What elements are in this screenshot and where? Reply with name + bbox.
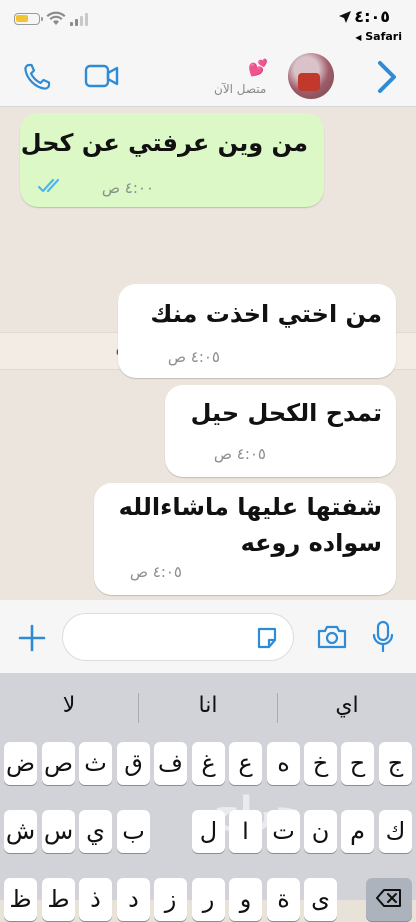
key[interactable]: غ	[192, 742, 225, 785]
back-to-app[interactable]: ◀ Safari	[355, 30, 402, 43]
message-bubble-outgoing[interactable]: من وين عرفتي عن كحل ٤:٠٠ ص	[20, 113, 324, 207]
key[interactable]: ص	[42, 742, 75, 785]
microphone-icon[interactable]	[372, 620, 394, 654]
contact-status: متصل الآن	[214, 82, 267, 96]
status-time: ٤:٠٥	[354, 7, 390, 26]
chat-area[interactable]: من وين عرفتي عن كحل ٤:٠٠ ص ٣ رسائل غير م…	[0, 107, 416, 600]
read-receipt-icon	[38, 178, 60, 193]
key[interactable]: ه	[267, 742, 300, 785]
key[interactable]: ض	[4, 742, 37, 785]
video-call-icon[interactable]	[84, 63, 120, 89]
chat-header: 💕 متصل الآن	[0, 48, 416, 107]
key[interactable]: ن	[304, 810, 337, 853]
key[interactable]: ك	[379, 810, 412, 853]
message-text: تمدح الكحل حيل	[190, 399, 382, 427]
battery-icon	[14, 13, 43, 25]
key[interactable]: ف	[154, 742, 187, 785]
watermark-logo: حراج	[214, 790, 301, 831]
camera-icon[interactable]	[316, 624, 348, 650]
keyboard: لا انا اي ج ح خ ه ع غ ف ق ث ص ض ك م ن ت …	[0, 673, 416, 921]
key[interactable]: ج	[379, 742, 412, 785]
key[interactable]: ق	[117, 742, 150, 785]
message-bubble-incoming[interactable]: شفتها عليها ماشاءالله سواده روعه ٤:٠٥ ص	[94, 483, 396, 595]
contact-name[interactable]: 💕	[248, 58, 268, 77]
location-arrow-icon	[339, 11, 351, 23]
message-bubble-incoming[interactable]: من اختي اخذت منك ٤:٠٥ ص	[118, 284, 396, 378]
plus-icon[interactable]	[18, 624, 46, 652]
message-text-line: سواده روعه	[240, 529, 382, 557]
suggestion-3[interactable]: اي	[278, 693, 416, 718]
back-arrow-icon: ◀	[355, 33, 362, 42]
sticker-icon[interactable]	[255, 626, 279, 650]
message-text: من وين عرفتي عن كحل	[20, 129, 308, 157]
message-input[interactable]	[62, 613, 294, 661]
key[interactable]: ع	[229, 742, 262, 785]
back-app-label: Safari	[365, 30, 402, 43]
avatar[interactable]	[288, 53, 334, 99]
key[interactable]: ش	[4, 810, 37, 853]
key[interactable]: ث	[79, 742, 112, 785]
key[interactable]: ب	[117, 810, 150, 853]
message-time: ٤:٠٥ ص	[129, 563, 182, 581]
signal-icon	[70, 13, 88, 26]
key[interactable]: ي	[79, 810, 112, 853]
status-bar: ٤:٠٥ ◀ Safari	[0, 0, 416, 48]
composer-bar	[0, 600, 416, 673]
suggestion-1[interactable]: لا	[0, 693, 138, 718]
suggestion-2[interactable]: انا	[139, 693, 277, 718]
wifi-icon	[46, 11, 66, 25]
chevron-right-icon[interactable]	[374, 60, 400, 94]
phone-icon[interactable]	[22, 62, 52, 92]
key[interactable]: م	[341, 810, 374, 853]
message-time: ٤:٠٠ ص	[101, 179, 154, 197]
message-bubble-incoming[interactable]: تمدح الكحل حيل ٤:٠٥ ص	[165, 385, 396, 477]
message-text: من اختي اخذت منك	[150, 300, 382, 328]
message-text-line: شفتها عليها ماشاءالله	[118, 493, 382, 521]
key[interactable]: س	[42, 810, 75, 853]
key[interactable]: ح	[341, 742, 374, 785]
backspace-icon	[376, 889, 401, 907]
message-time: ٤:٠٥ ص	[213, 445, 266, 463]
message-time: ٤:٠٥ ص	[167, 348, 220, 366]
key[interactable]: خ	[304, 742, 337, 785]
